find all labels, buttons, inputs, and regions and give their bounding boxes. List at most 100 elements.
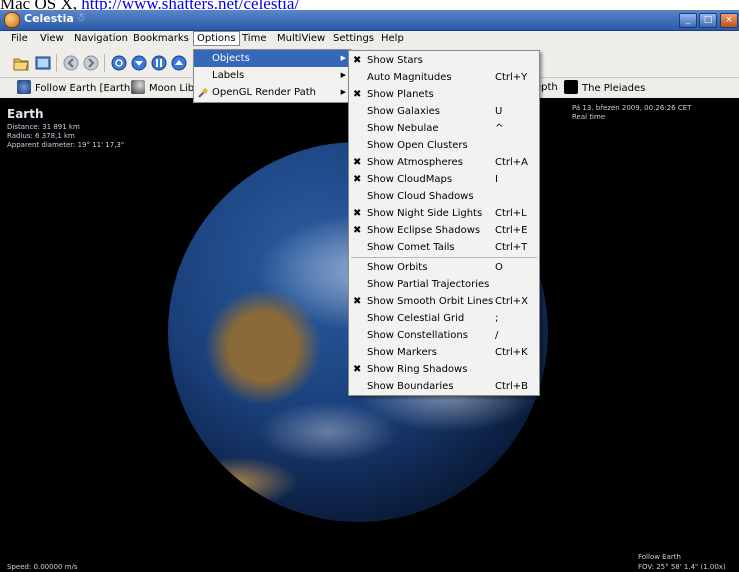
toolbar-separator <box>104 54 105 72</box>
checkmark-icon: ✖ <box>353 157 362 168</box>
objects-menu-item[interactable]: Show Boundaries Ctrl+B <box>349 378 539 395</box>
menu-item-label: Show Atmospheres <box>367 157 463 168</box>
options-labels-item[interactable]: Labels ▶ <box>194 67 350 84</box>
menu-item-label: Show Eclipse Shadows <box>367 225 481 236</box>
window-title: Celestia <box>24 12 74 25</box>
menu-item-label: Show Night Side Lights <box>367 208 483 219</box>
back-icon[interactable] <box>62 54 80 72</box>
menu-item-label: Show Boundaries <box>367 381 454 392</box>
toolbar-separator <box>56 54 57 72</box>
checkmark-icon: ✖ <box>353 89 362 100</box>
bookmark-label: Follow Earth [Earth] <box>35 83 135 94</box>
pause-icon[interactable] <box>150 54 168 72</box>
menu-item-shortcut: Ctrl+B <box>495 381 529 392</box>
menu-separator <box>351 257 537 258</box>
forward-icon[interactable] <box>82 54 100 72</box>
objects-menu-item[interactable]: Show Open Clusters <box>349 137 539 154</box>
objects-menu-item[interactable]: Show Celestial Grid; <box>349 310 539 327</box>
menu-item-shortcut: Ctrl+T <box>495 242 528 253</box>
checkmark-icon: ✖ <box>353 225 362 236</box>
maximize-button[interactable]: □ <box>699 13 717 28</box>
datetime-readout: Pá 13. březen 2009, 00:26:26 CET <box>572 104 692 112</box>
menu-view[interactable]: View <box>40 33 64 44</box>
menu-item-label: Labels <box>212 70 245 81</box>
fov-readout: FOV: 25° 58' 1.4" (1.00x) <box>638 563 726 571</box>
close-button[interactable]: × <box>720 13 738 28</box>
menu-item-label: Show Markers <box>367 347 437 358</box>
sticky-icon[interactable]: ☃ <box>76 11 86 24</box>
menu-file[interactable]: File <box>11 33 28 44</box>
bookmark-pleiades[interactable]: The Pleiades <box>564 80 645 96</box>
options-objects-item[interactable]: Objects ▶ <box>194 50 350 67</box>
objects-menu-item[interactable]: ✖ Show Stars <box>349 52 539 69</box>
menu-item-shortcut: Ctrl+E <box>495 225 528 236</box>
checkmark-icon: ✖ <box>353 55 362 66</box>
checkmark-icon: ✖ <box>353 364 362 375</box>
open-folder-icon[interactable] <box>12 54 30 72</box>
diameter-readout: Apparent diameter: 19° 11' 17,3" <box>7 141 125 149</box>
caption: Mac OS X, http://www.shatters.net/celest… <box>0 0 299 13</box>
menu-item-label: Show Ring Shadows <box>367 364 468 375</box>
menu-item-shortcut: Ctrl+Y <box>495 72 528 83</box>
moon-icon <box>131 80 145 94</box>
menu-item-label: Show Comet Tails <box>367 242 455 253</box>
slower-icon[interactable] <box>130 54 148 72</box>
menu-settings[interactable]: Settings <box>333 33 374 44</box>
menu-item-label: Show Open Clusters <box>367 140 468 151</box>
distance-readout: Distance: 31 891 km <box>7 123 80 131</box>
objects-menu-item[interactable]: Show Constellations / <box>349 327 539 344</box>
menu-time[interactable]: Time <box>242 33 266 44</box>
objects-menu-item[interactable]: ✖ Show Eclipse Shadows Ctrl+E <box>349 222 539 239</box>
options-render-path-item[interactable]: OpenGL Render Path ▶ <box>194 84 350 101</box>
menu-item-shortcut: Ctrl+L <box>495 208 527 219</box>
checkmark-icon: ✖ <box>353 208 362 219</box>
menu-item-label: Show Orbits <box>367 262 428 273</box>
menu-item-shortcut: O <box>495 262 503 273</box>
title-bar: Celestia ☃ _ □ × <box>0 10 739 31</box>
menu-navigation[interactable]: Navigation <box>74 33 128 44</box>
menu-bookmarks[interactable]: Bookmarks <box>133 33 189 44</box>
radius-readout: Radius: 6 378,1 km <box>7 132 75 140</box>
pleiades-icon <box>564 80 578 94</box>
celestia-app-icon <box>4 12 20 28</box>
bookmark-label: Moon Lib <box>149 83 195 94</box>
objects-menu-item[interactable]: ✖ Show Planets <box>349 86 539 103</box>
objects-menu-item[interactable]: Show Orbits O <box>349 259 539 276</box>
objects-menu-item[interactable]: ✖ Show Smooth Orbit Lines Ctrl+X <box>349 293 539 310</box>
reverse-time-icon[interactable] <box>110 54 128 72</box>
earth-icon <box>17 80 31 94</box>
checkmark-icon: ✖ <box>353 174 362 185</box>
menu-help[interactable]: Help <box>381 33 404 44</box>
objects-menu-item[interactable]: Auto Magnitudes Ctrl+Y <box>349 69 539 86</box>
objects-menu-item[interactable]: ✖ Show CloudMaps I <box>349 171 539 188</box>
menu-item-label: Show Celestial Grid <box>367 313 465 324</box>
fullscreen-icon[interactable] <box>34 54 52 72</box>
menu-item-shortcut: U <box>495 106 503 117</box>
menu-options[interactable]: Options <box>193 31 240 46</box>
objects-menu-item[interactable]: ✖ Show Night Side Lights Ctrl+L <box>349 205 539 222</box>
objects-menu-item[interactable]: Show Comet Tails Ctrl+T <box>349 239 539 256</box>
menu-item-label: Show Cloud Shadows <box>367 191 474 202</box>
menu-item-label: OpenGL Render Path <box>212 87 316 98</box>
objects-menu-item[interactable]: Show Galaxies U <box>349 103 539 120</box>
objects-menu-item[interactable]: Show Partial Trajectories <box>349 276 539 293</box>
menu-item-shortcut: Ctrl+A <box>495 157 529 168</box>
menu-item-label: Show Planets <box>367 89 434 100</box>
options-menu: Objects ▶ Labels ▶ OpenGL Render Path ▶ <box>193 49 351 103</box>
bookmark-moon[interactable]: Moon Lib <box>131 80 194 96</box>
checkmark-icon: ✖ <box>353 296 362 307</box>
minimize-button[interactable]: _ <box>679 13 697 28</box>
objects-menu-item[interactable]: Show Markers Ctrl+K <box>349 344 539 361</box>
menu-item-label: Objects <box>212 53 250 64</box>
objects-menu-item[interactable]: ✖ Show Ring Shadows <box>349 361 539 378</box>
menu-item-label: Show Galaxies <box>367 106 441 117</box>
menu-multiview[interactable]: MultiView <box>277 33 325 44</box>
objects-menu-item[interactable]: Show Cloud Shadows <box>349 188 539 205</box>
submenu-arrow-icon: ▶ <box>340 71 346 79</box>
submenu-arrow-icon: ▶ <box>340 54 346 62</box>
objects-menu-item[interactable]: ✖ Show Atmospheres Ctrl+A <box>349 154 539 171</box>
menu-item-label: Show Stars <box>367 55 423 66</box>
bookmark-follow-earth[interactable]: Follow Earth [Earth] <box>17 80 134 96</box>
faster-icon[interactable] <box>170 54 188 72</box>
objects-menu-item[interactable]: Show Nebulae ^ <box>349 120 539 137</box>
